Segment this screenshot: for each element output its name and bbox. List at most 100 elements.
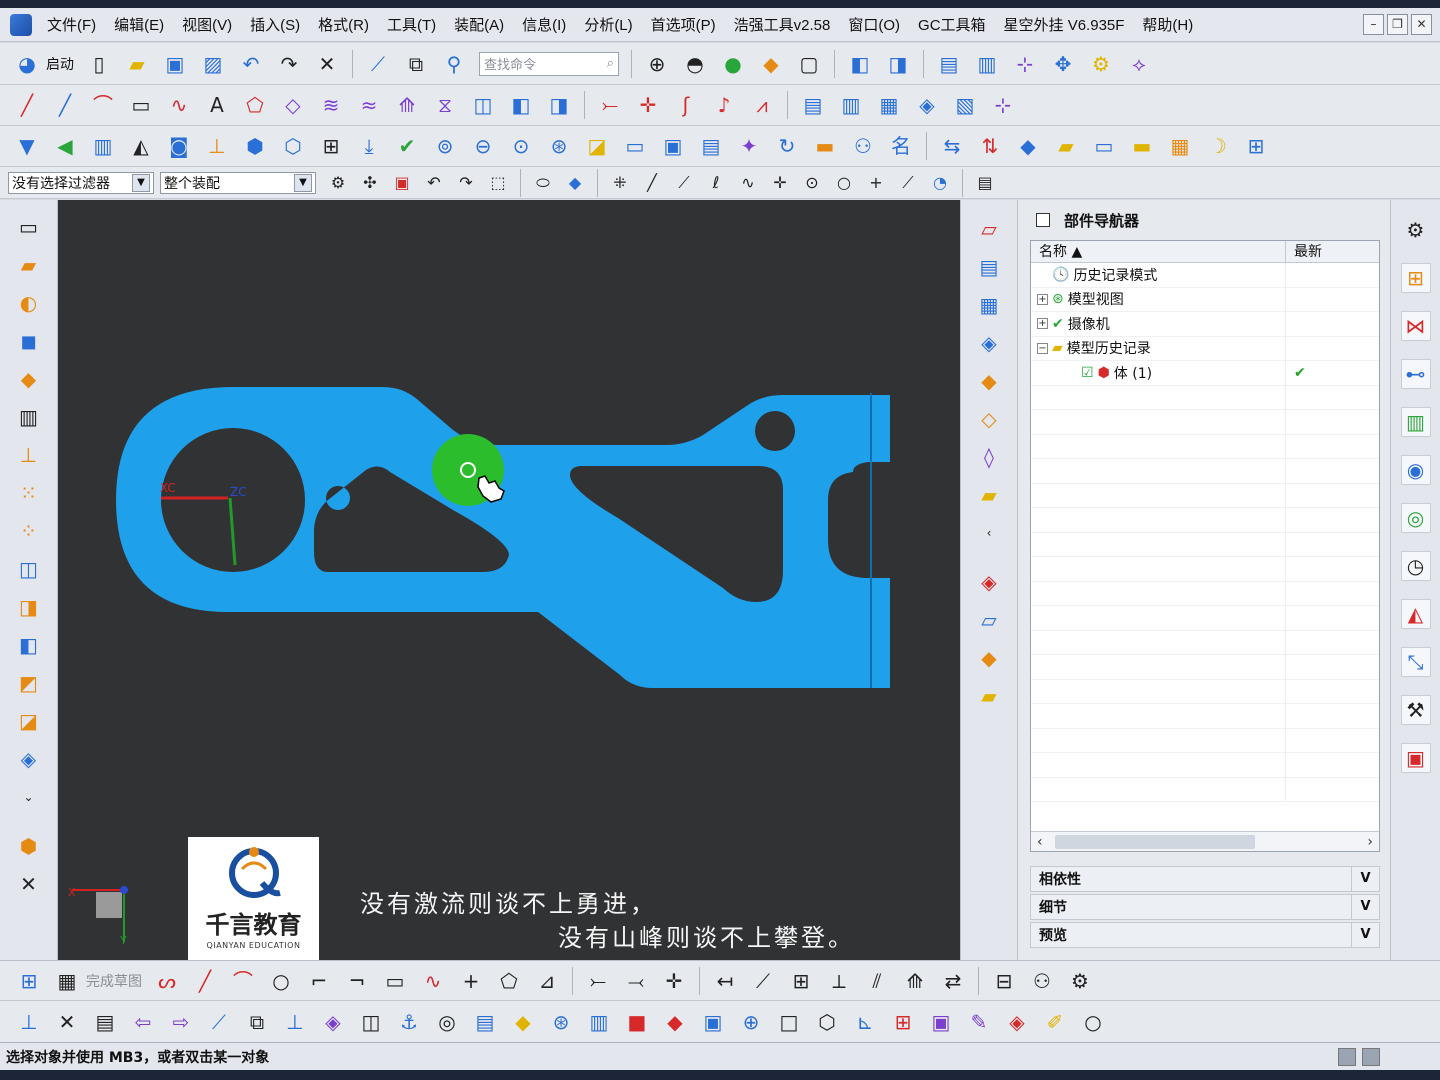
divide-curve-icon[interactable]: ✛ [632,89,664,121]
save-icon[interactable]: ▣ [159,48,191,80]
hole-feature-icon[interactable]: ⊛ [545,1006,577,1038]
sketch-line-icon[interactable]: ╱ [189,965,221,997]
search-icon[interactable]: ⌕ [607,56,614,71]
save-as-icon[interactable]: ▨ [197,48,229,80]
bar-chart-icon[interactable]: ▥ [583,1006,615,1038]
group-icon[interactable]: ⊹ [987,89,1019,121]
abs-coordinate-icon[interactable]: ⊥ [13,1006,45,1038]
snap-midpoint-icon[interactable]: ⟋ [671,170,697,196]
start-label[interactable]: 启动 [46,54,74,74]
check-icon[interactable]: ✔ [391,130,423,162]
section-curve-icon[interactable]: ◫ [467,89,499,121]
menu-xingkong-plugin[interactable]: 星空外挂 V6.935F [995,14,1134,35]
measure-body-icon[interactable]: ⊥ [279,1006,311,1038]
snap-intersection-icon[interactable]: ∿ [735,170,761,196]
collapse-icon[interactable]: − [1037,342,1048,354]
inferred-constraint-icon[interactable]: ⊟ [988,965,1020,997]
four-point-surface-icon[interactable]: ▱ [973,213,1005,245]
studio-surface-icon[interactable]: ◊ [973,441,1005,473]
revolve-icon[interactable]: ◐ [13,287,45,319]
more-chevron-icon[interactable]: ⌄ [13,781,45,813]
command-search-input[interactable]: 查找命令 ⌕ [479,51,619,76]
process-studio-icon[interactable]: ⤡ [1400,647,1431,677]
menu-format[interactable]: 格式(R) [309,14,378,35]
alternate-solution-icon[interactable]: ⇄ [937,965,969,997]
snap-tangent-icon[interactable]: ✛ [767,170,793,196]
move-object-icon[interactable]: ✥ [1047,48,1079,80]
menu-tools[interactable]: 工具(T) [378,14,445,35]
mold-copy-icon[interactable]: ⬡ [277,130,309,162]
visibility-checkbox-icon[interactable]: ☑ [1081,365,1094,381]
stack-icon[interactable]: ▤ [469,1006,501,1038]
drill-icon[interactable]: ⤓ [353,130,385,162]
menu-assembly[interactable]: 装配(A) [445,14,513,35]
pocket-icon[interactable]: ⊙ [505,130,537,162]
snap-on-surface-icon[interactable]: ◔ [927,170,953,196]
shaded-icon[interactable]: ● [717,48,749,80]
snap-control-icon[interactable]: ℓ [703,170,729,196]
cylinder-icon[interactable]: ◆ [13,363,45,395]
layer-visible-icon[interactable]: ▥ [971,48,1003,80]
undo-select-icon[interactable]: ↶ [421,170,447,196]
fit-view-icon[interactable]: ⊕ [641,48,673,80]
project-curve-icon[interactable]: ⟰ [391,89,423,121]
details-panel[interactable]: 细节 V [1030,894,1380,920]
quick-trim-icon[interactable]: ⤚ [582,965,614,997]
status-window-icon[interactable] [1362,1047,1380,1066]
export-icon[interactable]: ◀ [49,130,81,162]
boss-icon[interactable]: ⊛ [543,130,575,162]
menu-insert[interactable]: 插入(S) [241,14,309,35]
forward-arrow-icon[interactable]: ⇨ [165,1006,197,1038]
scroll-right-icon[interactable]: › [1367,834,1373,850]
expand-icon[interactable]: + [1037,293,1048,305]
draft-icon[interactable]: ◩ [13,667,45,699]
grid-icon[interactable]: ⊞ [315,130,347,162]
roles-icon[interactable]: ▣ [1400,743,1431,773]
snap-existing-point-icon[interactable]: + [863,170,889,196]
menu-information[interactable]: 信息(I) [513,14,575,35]
number-icon[interactable]: ⊞ [1240,130,1272,162]
tree-row-model-views[interactable]: + ⊛ 模型视图 [1031,287,1379,312]
basic-line-icon[interactable]: ╱ [49,89,81,121]
chamfer-icon[interactable]: ◪ [581,130,613,162]
flip-icon[interactable]: ⇆ [936,130,968,162]
part-navigator-icon[interactable]: ⊷ [1400,359,1431,389]
minimize-button[interactable]: – [1363,14,1384,35]
menu-analysis[interactable]: 分析(L) [575,14,641,35]
snap-arc-center-icon[interactable]: ⊙ [799,170,825,196]
extrude-icon[interactable]: ▰ [13,249,45,281]
gift-box-icon[interactable]: ▣ [697,1006,729,1038]
relations-browser-icon[interactable]: ⚇ [1026,965,1058,997]
snap-settings-icon[interactable]: ⚙ [325,170,351,196]
profile-icon[interactable]: ᔕ [151,965,183,997]
tree-row-model-history[interactable]: − ▰ 模型历史记录 [1031,336,1379,361]
book-icon[interactable]: ▥ [87,130,119,162]
sketch-point-icon[interactable]: + [455,965,487,997]
menu-haoqiang-tools[interactable]: 浩强工具v2.58 [725,14,840,35]
trim-curve-icon[interactable]: ⤚ [594,89,626,121]
web-browser-icon[interactable]: ◉ [1400,455,1431,485]
quick-extend-icon[interactable]: ⤙ [620,965,652,997]
cam-icon[interactable]: ▬ [809,130,841,162]
menu-gc-toolbox[interactable]: GC工具箱 [909,14,995,35]
assembly-navigator-icon[interactable]: ⊞ [1400,263,1431,293]
block-icon[interactable]: ◼ [13,325,45,357]
column-latest-header[interactable]: 最新 [1286,241,1379,262]
sketch-circle-icon[interactable]: ○ [265,965,297,997]
extract-curve-icon[interactable]: ◧ [505,89,537,121]
chevron-down-icon[interactable]: V [1351,867,1379,891]
form-icon[interactable]: ▣ [657,130,689,162]
restore-button[interactable]: ❐ [1387,14,1408,35]
constraint-navigator-icon[interactable]: ⋈ [1400,311,1431,341]
grid-cross-icon[interactable]: ⊞ [887,1006,919,1038]
polygon-icon[interactable]: ⬠ [239,89,271,121]
clock-icon[interactable]: ◷ [1400,551,1431,581]
layer-copy-icon[interactable]: ▥ [835,89,867,121]
thread-icon[interactable]: ▥ [13,401,45,433]
rectangle-icon[interactable]: ▭ [125,89,157,121]
electrode-icon[interactable]: ⊥ [201,130,233,162]
more-chevron-icon[interactable]: ‹ [973,517,1005,549]
sketch-pattern-icon[interactable]: ⊿ [531,965,563,997]
note-icon[interactable]: ▬ [1126,130,1158,162]
layer-category-icon[interactable]: ▦ [873,89,905,121]
